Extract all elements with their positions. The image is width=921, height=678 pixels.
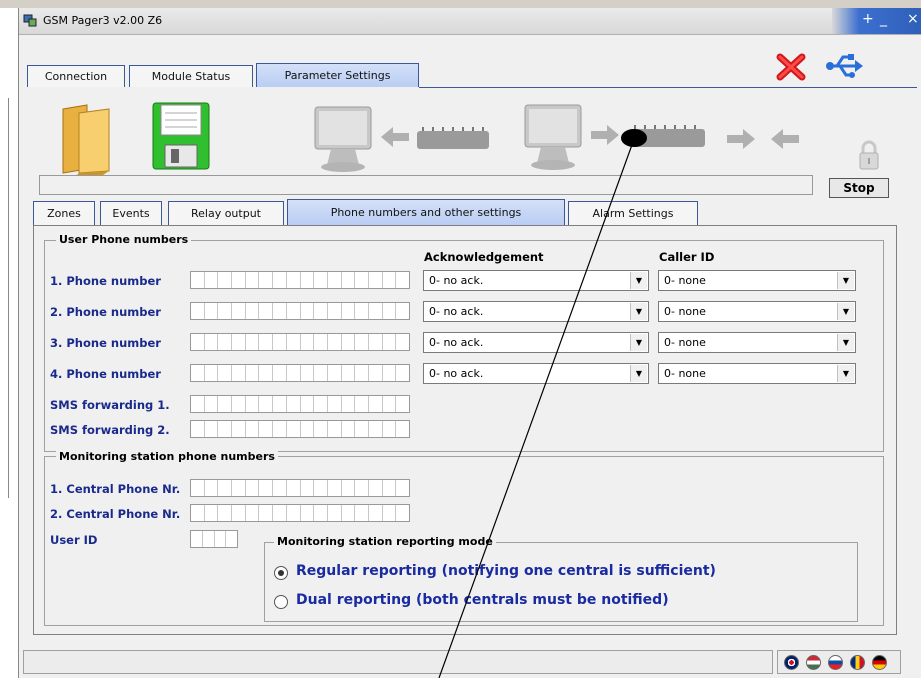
- annotation-pointer-line: [438, 141, 634, 678]
- annotation-overlay: [438, 129, 647, 678]
- annotation-marker: [621, 129, 647, 147]
